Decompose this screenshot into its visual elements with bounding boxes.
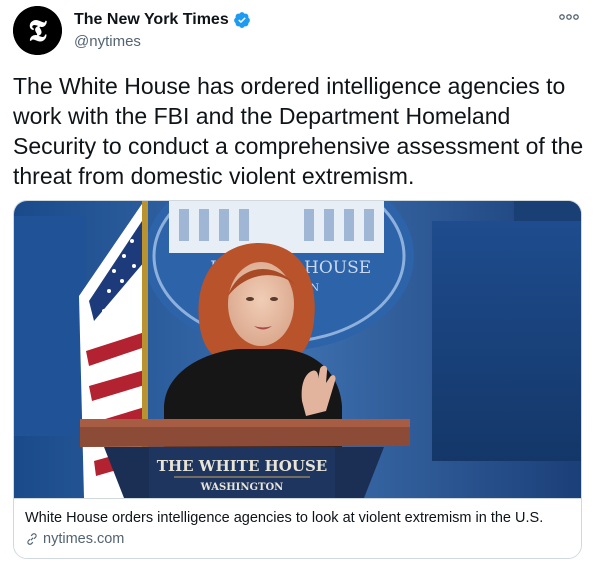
podium-title: THE WHITE HOUSE — [157, 457, 327, 475]
verified-badge-icon — [233, 12, 250, 28]
author-handle[interactable]: @nytimes — [74, 33, 141, 50]
author-name-row: The New York Times — [74, 11, 251, 29]
svg-text:HOUSE: HOUSE — [304, 258, 371, 278]
card-domain-text: nytimes.com — [43, 531, 125, 547]
nyt-logo-icon: 𝕿 — [13, 6, 62, 55]
author-name[interactable]: The New York Times — [74, 11, 229, 29]
more-options-icon[interactable] — [558, 10, 580, 24]
card-domain[interactable]: nytimes.com — [25, 531, 124, 547]
svg-text:𝕿: 𝕿 — [28, 14, 47, 49]
link-card[interactable]: HE HOUSE ON — [13, 200, 582, 559]
podium-subtitle: WASHINGTON — [200, 482, 284, 493]
nyt-avatar[interactable]: 𝕿 — [13, 6, 62, 55]
tweet-text: The White House has ordered intelligence… — [13, 73, 584, 189]
link-icon — [27, 533, 37, 545]
card-caption[interactable]: White House orders intelligence agencies… — [14, 498, 581, 558]
card-title[interactable]: White House orders intelligence agencies… — [25, 510, 543, 526]
article-image: HE HOUSE ON — [14, 201, 581, 498]
